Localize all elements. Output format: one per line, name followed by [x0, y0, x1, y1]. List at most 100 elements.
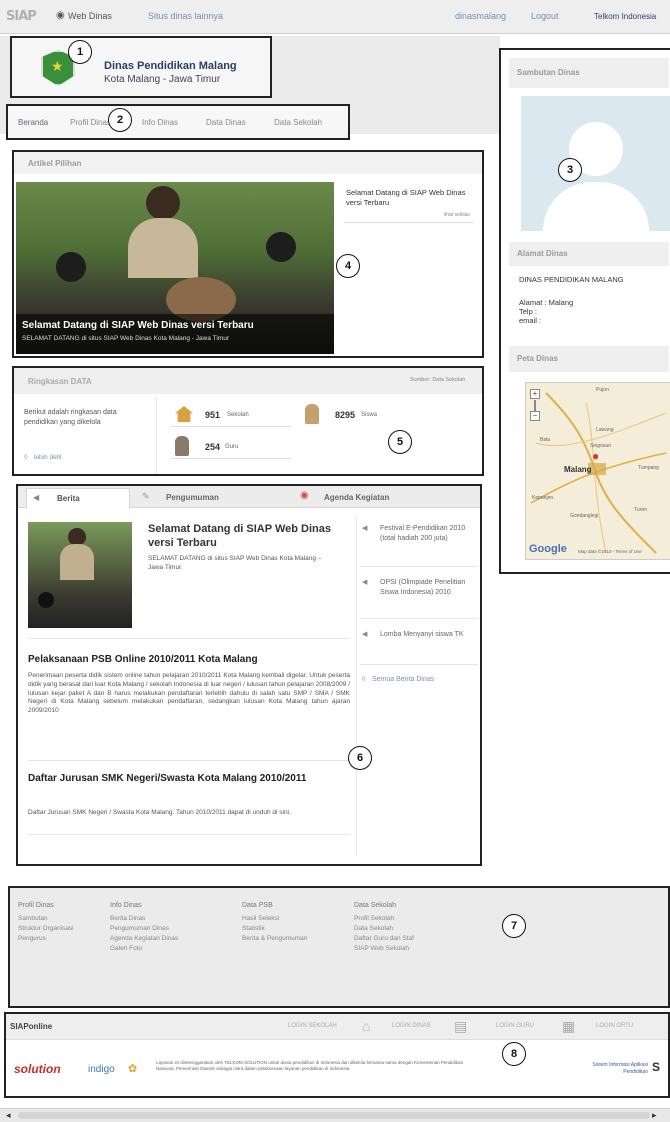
news-side-item-2[interactable]: OPSI (Olimpiade Penelitian Siswa Indones…	[380, 578, 476, 597]
map-zoom-in-button[interactable]: +	[530, 389, 540, 399]
footer-link[interactable]: SIAP Web Sekolah	[354, 944, 414, 954]
nav-data-sekolah[interactable]: Data Sekolah	[274, 118, 322, 127]
web-dinas-link[interactable]: Web Dinas	[68, 11, 112, 21]
map-zoom-out-button[interactable]: −	[530, 411, 540, 421]
ringkasan-title: Ringkasan DATA	[28, 377, 92, 386]
nav-info-dinas[interactable]: Info Dinas	[142, 118, 178, 127]
footer-link[interactable]: Pengurus	[18, 934, 74, 944]
indigo-mark-icon: ✿	[128, 1063, 138, 1075]
login-ortu[interactable]: LOGIN ORTU	[596, 1023, 633, 1029]
news-region: ◀ Berita ✎ Pengumuman ◉ Agenda Kegiatan …	[16, 484, 482, 866]
logout-link[interactable]: Logout	[531, 11, 559, 21]
alamat-telp: Telp :	[519, 307, 537, 316]
more-arrow-icon: ◊	[24, 454, 28, 461]
tab-pengumuman[interactable]: Pengumuman	[166, 493, 219, 502]
news-side-item-1[interactable]: Festival E-Pendidikan 2010 (total hadiah…	[380, 524, 476, 543]
nav-profil-dinas[interactable]: Profil Dinas	[70, 118, 111, 127]
semua-berita-link[interactable]: Semua Berita Dinas	[372, 676, 434, 683]
footer-link[interactable]: Berita & Pengumuman	[242, 934, 307, 944]
map-label-lawang: Lawang	[596, 427, 614, 433]
footer-link[interactable]: Galeri Foto	[110, 944, 178, 954]
footer-link[interactable]: Daftar Guru dan Staf	[354, 934, 414, 944]
ringkasan-more[interactable]: lebih detil	[34, 454, 61, 461]
footer-col-profil: Profil Dinas Sambutan Struktur Organisas…	[18, 902, 74, 944]
featured-title[interactable]: Selamat Datang di SIAP Web Dinas versi T…	[148, 522, 338, 550]
dinas-name: Dinas Pendidikan Malang	[104, 60, 237, 72]
footer-col-info: Info Dinas Berita Dinas Pengumuman Dinas…	[110, 902, 178, 954]
map-label-singosari: Singosari	[590, 443, 611, 449]
tab-agenda[interactable]: Agenda Kegiatan	[324, 493, 389, 502]
siap-bottom-logo[interactable]: S	[652, 1060, 660, 1074]
featured-photo[interactable]	[28, 522, 132, 628]
user-link[interactable]: dinasmalang	[455, 11, 506, 21]
login-sekolah[interactable]: LOGIN SEKOLAH	[288, 1023, 337, 1029]
sambutan-title: Sambutan Dinas	[517, 68, 580, 77]
login-dinas[interactable]: LOGIN DINAS	[392, 1023, 431, 1029]
footer-col-title[interactable]: Profil Dinas	[18, 902, 74, 909]
pengumuman-icon: ✎	[142, 491, 150, 501]
map-terms[interactable]: Map data ©2010 - Terms of Use	[578, 549, 642, 554]
speaker-icon: ◀	[33, 493, 40, 502]
artikel-side-title[interactable]: Selamat Datang di SIAP Web Dinas versi T…	[346, 188, 476, 208]
avatar-body-icon	[543, 182, 649, 231]
scroll-left-icon[interactable]: ◂	[6, 1110, 11, 1121]
footer-link[interactable]: Pengumuman Dinas	[110, 924, 178, 934]
footer-link[interactable]: Profil Sekolah	[354, 914, 414, 924]
scroll-thumb[interactable]	[18, 1112, 650, 1119]
footer-link[interactable]: Hasil Seleksi	[242, 914, 307, 924]
divider-3	[28, 834, 350, 835]
news-side-panel	[356, 516, 357, 856]
map-widget[interactable]: + − ● Malang Pujon Batu Lawang Singosari…	[525, 382, 670, 560]
map-label-gondanglegi: Gondanglegi	[570, 513, 599, 519]
nav-data-dinas[interactable]: Data Dinas	[206, 118, 246, 127]
artikel-photo[interactable]: Selamat Datang di SIAP Web Dinas versi T…	[16, 182, 334, 354]
marker-6: 6	[348, 746, 372, 770]
alamat-email: email :	[519, 316, 542, 325]
siaponline-logo[interactable]: SIAPonline	[10, 1022, 52, 1031]
marker-8: 8	[502, 1042, 526, 1066]
artikel-side-divider	[344, 222, 474, 223]
artikel-side-more[interactable]: lihat sekilas	[444, 212, 470, 218]
marker-3: 3	[558, 158, 582, 182]
stat-siswa-label: Siswa	[361, 412, 378, 418]
stat-guru-value: 254	[205, 442, 221, 452]
footer-col-title[interactable]: Data Sekolah	[354, 902, 414, 909]
footer-col-title[interactable]: Data PSB	[242, 902, 307, 909]
ringkasan-region: Ringkasan DATA Sumber: Data Sekolah Beri…	[12, 366, 484, 476]
scroll-right-icon[interactable]: ▸	[652, 1110, 657, 1121]
telkom-solution-logo[interactable]: solution	[14, 1062, 61, 1076]
login-guru[interactable]: LOGIN GURU	[496, 1023, 534, 1029]
caption-title[interactable]: Selamat Datang di SIAP Web Dinas versi T…	[22, 320, 254, 331]
teacher-icon	[175, 436, 189, 456]
siap-logo[interactable]: SIAP	[6, 9, 37, 24]
footer-link[interactable]: Statistik	[242, 924, 307, 934]
map-label-kepanjen: Kepanjen	[532, 495, 554, 501]
nav-beranda[interactable]: Beranda	[18, 118, 48, 127]
indigo-logo[interactable]: indigo	[88, 1064, 115, 1075]
alamat-name: DINAS PENDIDIKAN MALANG	[519, 275, 624, 284]
alamat-header: Alamat Dinas	[509, 242, 669, 266]
tab-berita[interactable]: ◀ Berita	[26, 488, 130, 509]
semua-arrow-icon: ◊	[362, 676, 366, 683]
map-marker-icon[interactable]: ●	[592, 449, 599, 463]
footer-link[interactable]: Struktur Organisasi	[18, 924, 74, 934]
sambutan-header: Sambutan Dinas	[509, 58, 669, 88]
kid-head-2	[266, 232, 296, 262]
horizontal-scrollbar[interactable]: ◂ ▸	[0, 1108, 670, 1122]
article3-title[interactable]: Daftar Jurusan SMK Negeri/Swasta Kota Ma…	[28, 772, 348, 785]
featured-text: SELAMAT DATANG di situs SIAP Web Dinas K…	[148, 555, 322, 571]
footer-link[interactable]: Berita Dinas	[110, 914, 178, 924]
tab-berita-label: Berita	[57, 494, 80, 503]
situs-lain-link[interactable]: Situs dinas lainnya	[148, 11, 223, 21]
artikel-header: Artikel Pilihan	[14, 152, 482, 174]
footer-link[interactable]: Sambutan	[18, 914, 74, 924]
stat-sekolah-label: Sekolah	[227, 412, 249, 418]
stat-guru-label: Guru	[225, 444, 239, 450]
footer-col-title[interactable]: Info Dinas	[110, 902, 178, 909]
footer-link[interactable]: Data Sekolah	[354, 924, 414, 934]
news-side-item-3[interactable]: Lomba Menyanyi siswa TK	[380, 630, 476, 640]
footer-link[interactable]: Agenda Kegiatan Dinas	[110, 934, 178, 944]
ringkasan-sumber[interactable]: Sumber: Data Sekolah	[410, 377, 465, 383]
alamat-title: Alamat Dinas	[517, 249, 568, 258]
article2-title[interactable]: Pelaksanaan PSB Online 2010/2011 Kota Ma…	[28, 654, 348, 665]
